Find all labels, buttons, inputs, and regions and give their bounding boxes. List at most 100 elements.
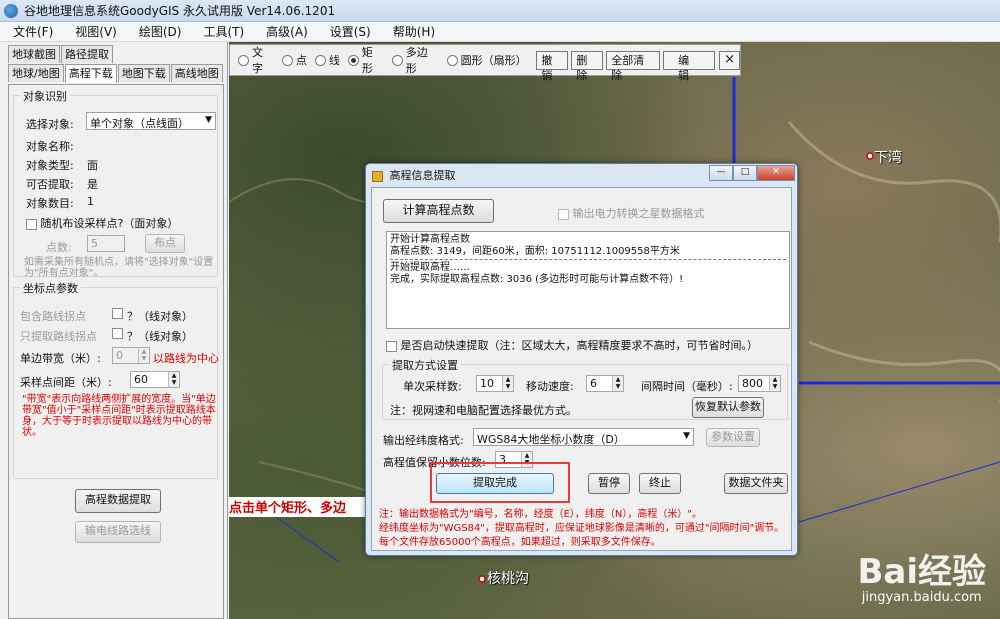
log-separator xyxy=(390,259,786,260)
speed-note: 注：视网速和电脑配置选择最优方式。 xyxy=(390,404,577,417)
include-path-points-checkbox[interactable] xyxy=(112,308,123,319)
radio-rectangle-label: 矩形 xyxy=(361,46,373,75)
object-group-title: 对象识别 xyxy=(20,88,70,104)
tab-earth-screenshot[interactable]: 地球截图 xyxy=(8,45,60,63)
menu-file[interactable]: 文件(F) xyxy=(0,23,62,40)
power-line-route-button[interactable]: 输电线路选线 xyxy=(75,521,161,543)
menu-tools[interactable]: 工具(T) xyxy=(190,23,253,40)
band-width-spinner[interactable]: ▲ ▼ xyxy=(138,348,149,363)
title-bar: 谷地地理信息系统GoodyGIS 永久试用版 Ver14.06.1201 xyxy=(0,0,1000,22)
include-path-points-suffix: ？（线对象） xyxy=(127,310,193,323)
tab-path-extract[interactable]: 路径提取 xyxy=(61,45,113,63)
export-format-checkbox[interactable] xyxy=(558,208,569,220)
delete-button[interactable]: 删除 xyxy=(571,50,604,82)
left-panel: 地球截图 路径提取 地球/地图 高程下载 地图下载 高线地图 对象识别 选择对象… xyxy=(0,42,228,619)
place-marker-icon[interactable] xyxy=(866,152,874,160)
minimize-button[interactable]: — xyxy=(709,165,733,181)
band-width-input[interactable]: 0 ▲ ▼ xyxy=(112,347,150,364)
move-speed-spinner[interactable]: ▲ ▼ xyxy=(612,376,623,391)
menu-help[interactable]: 帮助(H) xyxy=(380,23,444,40)
menu-view[interactable]: 视图(V) xyxy=(62,23,126,40)
can-extract-label: 可否提取: xyxy=(26,178,74,191)
pause-button[interactable]: 暂停 xyxy=(588,473,630,494)
stop-button[interactable]: 终止 xyxy=(639,473,681,494)
only-path-points-checkbox[interactable] xyxy=(112,328,123,339)
menu-settings[interactable]: 设置(S) xyxy=(317,23,380,40)
sample-interval-input[interactable]: 60 ▲ ▼ xyxy=(130,371,180,388)
radio-line[interactable] xyxy=(314,54,326,66)
menu-draw[interactable]: 绘图(D) xyxy=(126,23,191,40)
object-count-label: 对象数目: xyxy=(26,197,74,210)
clear-all-button[interactable]: 全部清除 xyxy=(606,50,661,82)
object-type-value: 面 xyxy=(87,159,98,172)
log-line-4: 完成，实际提取高程点数: 3036 (多边形时可能与计算点数不符）! xyxy=(390,274,684,285)
calc-points-button[interactable]: 计算高程点数 xyxy=(383,199,494,223)
edit-button[interactable]: 编辑 xyxy=(663,50,716,82)
param-settings-button[interactable]: 参数设置 xyxy=(706,428,760,447)
random-points-option[interactable]: 随机布设采样点?（面对象） xyxy=(26,215,178,231)
object-group: 对象识别 选择对象: 单个对象（点线面） ▼ 对象名称: 对象类型: 面 可否提… xyxy=(13,88,218,279)
radio-point-label: 点 xyxy=(295,54,307,67)
fast-extract-checkbox[interactable] xyxy=(386,340,397,352)
log-box[interactable]: 开始计算高程点数 高程点数: 3149，间距60米，面积: 10751112.1… xyxy=(386,231,790,329)
object-name-label: 对象名称: xyxy=(26,140,74,153)
sample-count-spinner[interactable]: ▲ ▼ xyxy=(502,376,513,391)
extract-done-button[interactable]: 提取完成 xyxy=(436,473,554,494)
data-folder-button[interactable]: 数据文件夹 xyxy=(724,473,788,494)
extract-elevation-button[interactable]: 高程数据提取 xyxy=(75,489,161,513)
radio-polygon[interactable] xyxy=(391,54,403,66)
boundary-line xyxy=(798,461,1000,523)
tab-row-1: 地球截图 路径提取 xyxy=(8,45,114,63)
radio-rectangle[interactable] xyxy=(347,54,359,66)
move-speed-input[interactable]: 6 ▲ ▼ xyxy=(586,375,624,392)
tab-earth-map[interactable]: 地球/地图 xyxy=(8,64,64,82)
random-points-label: 随机布设采样点?（面对象） xyxy=(40,217,179,230)
close-button[interactable]: ✕ xyxy=(757,165,795,181)
dialog-title: 高程信息提取 xyxy=(389,169,456,182)
select-object-dropdown[interactable]: 单个对象（点线面） ▼ xyxy=(86,112,216,130)
radio-circle[interactable] xyxy=(446,54,458,66)
export-format-label: 输出电力转换之星数据格式 xyxy=(572,207,705,220)
close-icon[interactable]: × xyxy=(719,50,740,70)
random-points-hint: 如需采集所有随机点，请将"选择对象"设置为"所有点对象"。 xyxy=(24,257,214,279)
place-points-button[interactable]: 布点 xyxy=(145,234,185,253)
export-format-option[interactable]: 输出电力转换之星数据格式 xyxy=(558,205,705,221)
menu-bar: 文件(F) 视图(V) 绘图(D) 工具(T) 高级(A) 设置(S) 帮助(H… xyxy=(0,22,1000,42)
sample-interval-spinner[interactable]: ▲ ▼ xyxy=(168,372,179,387)
elevation-extract-dialog: 高程信息提取 — □ ✕ 计算高程点数 输出电力转换之星数据格式 开始计算高程点… xyxy=(365,163,798,556)
points-input[interactable]: 5 xyxy=(87,235,125,252)
place-marker-icon[interactable] xyxy=(478,575,486,583)
menu-advanced[interactable]: 高级(A) xyxy=(253,23,317,40)
format-label: 输出经纬度格式: xyxy=(383,434,464,447)
format-value: WGS84大地坐标小数度（D） xyxy=(477,433,625,446)
interval-time-input[interactable]: 800 ▲ ▼ xyxy=(738,375,781,392)
baidu-watermark: Bai经验 jingyan.baidu.com xyxy=(857,554,986,605)
method-group-title: 提取方式设置 xyxy=(389,357,461,373)
note-line-1: 注：输出数据格式为"编号，名称，经度（E），纬度（N），高程（米）"。 xyxy=(379,509,702,520)
tab-map-download[interactable]: 地图下载 xyxy=(117,64,170,82)
interval-time-spinner[interactable]: ▲ ▼ xyxy=(769,376,780,391)
points-label: 点数: xyxy=(46,241,72,254)
object-count-value: 1 xyxy=(87,195,94,208)
restore-defaults-button[interactable]: 恢复默认参数 xyxy=(692,397,764,418)
radio-line-label: 线 xyxy=(328,54,340,67)
tab-elevation-download[interactable]: 高程下载 xyxy=(64,64,117,83)
band-width-explanation: "带宽"表示向路线两侧扩展的宽度。当"单边带宽"值小于"采样点间距"时表示提取路… xyxy=(22,394,216,438)
format-dropdown[interactable]: WGS84大地坐标小数度（D） ▼ xyxy=(473,428,694,446)
radio-point[interactable] xyxy=(281,54,293,66)
include-path-points-label: 包含路线拐点 xyxy=(20,310,86,323)
random-points-checkbox[interactable] xyxy=(26,218,37,230)
sample-count-label: 单次采样数: xyxy=(403,380,462,393)
fast-extract-option[interactable]: 是否启动快速提取（注：区域太大，高程精度要求不高时，可节省时间。） xyxy=(386,337,758,353)
chevron-down-icon: ▼ xyxy=(683,431,690,441)
undo-button[interactable]: 撤销 xyxy=(536,50,569,82)
tab-contour-map[interactable]: 高线地图 xyxy=(170,64,223,82)
select-object-value: 单个对象（点线面） xyxy=(90,117,189,130)
sample-count-input[interactable]: 10 ▲ ▼ xyxy=(476,375,514,392)
band-width-value: 0 xyxy=(116,349,123,362)
maximize-button[interactable]: □ xyxy=(733,165,757,181)
window-title: 谷地地理信息系统GoodyGIS 永久试用版 Ver14.06.1201 xyxy=(24,4,336,18)
interval-time-value: 800 xyxy=(742,377,763,390)
move-speed-value: 6 xyxy=(590,377,597,390)
radio-text[interactable] xyxy=(238,54,249,66)
